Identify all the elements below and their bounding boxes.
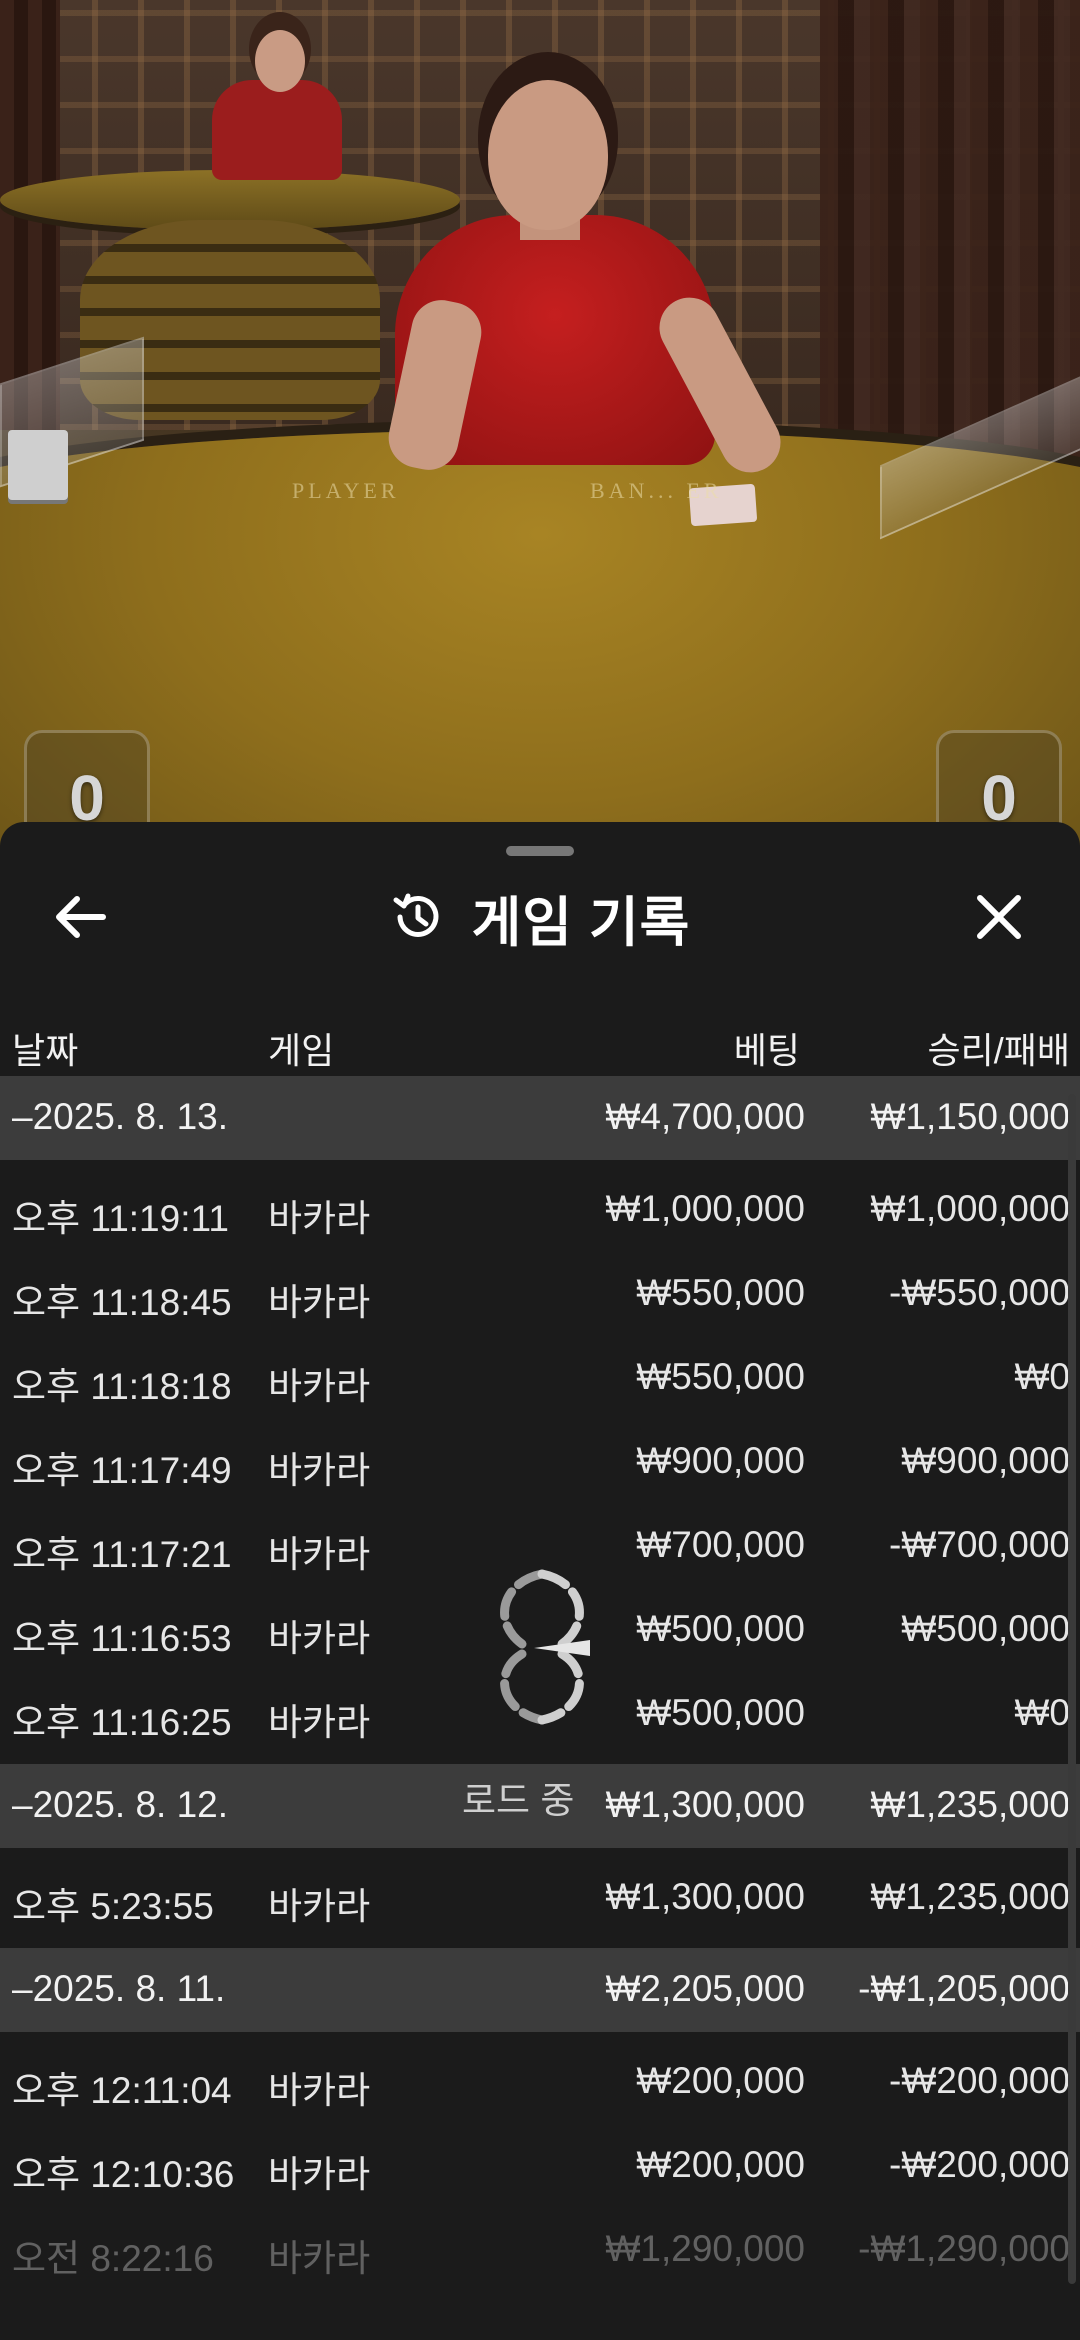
date-group-header[interactable]: –2025. 8. 11. ₩2,205,000 -₩1,205,000 bbox=[0, 1948, 1080, 2032]
row-win: ₩0 bbox=[1014, 1356, 1071, 1397]
row-bet: ₩550,000 bbox=[636, 1272, 805, 1313]
history-row[interactable]: 오후 12:11:04 바카라 ₩200,000 -₩200,000 bbox=[0, 2040, 1080, 2124]
header-bet: 베팅 bbox=[733, 1030, 800, 1071]
group-win-total: ₩1,235,000 bbox=[870, 1784, 1070, 1825]
row-game: 바카라 bbox=[268, 1534, 371, 1575]
row-win: -₩200,000 bbox=[889, 2060, 1070, 2101]
scrollbar[interactable] bbox=[1068, 1094, 1076, 2284]
date-group-header[interactable]: –2025. 8. 13. ₩4,700,000 ₩1,150,000 bbox=[0, 1076, 1080, 1160]
row-bet: ₩1,290,000 bbox=[605, 2228, 805, 2269]
row-game: 바카라 bbox=[268, 1886, 371, 1927]
row-win: ₩1,000,000 bbox=[870, 1188, 1070, 1229]
row-win: ₩0 bbox=[1014, 1692, 1071, 1733]
row-win: ₩1,235,000 bbox=[870, 1876, 1070, 1917]
row-bet: ₩500,000 bbox=[636, 1692, 805, 1733]
table-label-banker: BAN... ER bbox=[590, 478, 723, 503]
history-icon bbox=[393, 893, 439, 937]
row-bet: ₩1,300,000 bbox=[605, 1876, 805, 1917]
background-dealer-body bbox=[212, 80, 342, 180]
sheet-title: 게임 기록 bbox=[0, 884, 1080, 953]
row-game: 바카라 bbox=[268, 1282, 371, 1323]
row-time: 오후 11:17:49 bbox=[12, 1450, 232, 1491]
row-time: 오후 11:18:18 bbox=[12, 1366, 232, 1407]
row-bet: ₩500,000 bbox=[636, 1608, 805, 1649]
row-time: 오전 8:22:16 bbox=[12, 2238, 214, 2279]
row-win: ₩500,000 bbox=[901, 1608, 1070, 1649]
row-game: 바카라 bbox=[268, 1366, 371, 1407]
row-bet: ₩1,000,000 bbox=[605, 1188, 805, 1229]
row-win: -₩200,000 bbox=[889, 2144, 1070, 2185]
row-game: 바카라 bbox=[268, 1198, 371, 1239]
row-bet: ₩700,000 bbox=[636, 1524, 805, 1565]
row-game: 바카라 bbox=[268, 1450, 371, 1491]
row-bet: ₩550,000 bbox=[636, 1356, 805, 1397]
live-video-feed: PLAYER BAN... ER 0 0 bbox=[0, 0, 1080, 850]
row-bet: ₩900,000 bbox=[636, 1440, 805, 1481]
history-row[interactable]: 오후 11:17:49 바카라 ₩900,000 ₩900,000 bbox=[0, 1420, 1080, 1504]
history-row[interactable]: 오후 11:19:11 바카라 ₩1,000,000 ₩1,000,000 bbox=[0, 1168, 1080, 1252]
close-button[interactable] bbox=[966, 884, 1032, 950]
group-win-total: ₩1,150,000 bbox=[870, 1096, 1070, 1137]
page-title: 게임 기록 bbox=[471, 892, 691, 953]
row-time: 오후 11:19:11 bbox=[12, 1198, 229, 1239]
row-game: 바카라 bbox=[268, 2238, 371, 2279]
header-date: 날짜 bbox=[12, 1030, 79, 1071]
row-win: ₩900,000 bbox=[901, 1440, 1070, 1481]
group-date: –2025. 8. 11. bbox=[12, 1968, 226, 2009]
history-row[interactable]: 오후 5:23:55 바카라 ₩1,300,000 ₩1,235,000 bbox=[0, 1856, 1080, 1940]
row-game: 바카라 bbox=[268, 2070, 371, 2111]
row-game: 바카라 bbox=[268, 1702, 371, 1743]
drag-handle[interactable] bbox=[506, 846, 574, 856]
group-win-total: -₩1,205,000 bbox=[858, 1968, 1070, 2009]
row-bet: ₩200,000 bbox=[636, 2060, 805, 2101]
group-bet-total: ₩2,205,000 bbox=[605, 1968, 805, 2009]
card-deck bbox=[8, 430, 68, 500]
row-time: 오후 12:10:36 bbox=[12, 2154, 235, 2195]
header-win-loss: 승리/패배 bbox=[927, 1030, 1070, 1071]
row-time: 오후 11:18:45 bbox=[12, 1282, 232, 1323]
dealer-head bbox=[488, 80, 608, 230]
group-date: –2025. 8. 12. bbox=[12, 1784, 229, 1825]
table-label-player: PLAYER bbox=[292, 478, 400, 503]
background-dealer-head bbox=[255, 30, 305, 92]
row-game: 바카라 bbox=[268, 2154, 371, 2195]
history-row[interactable]: 오후 12:10:36 바카라 ₩200,000 -₩200,000 bbox=[0, 2124, 1080, 2208]
loading-label: 로드 중 bbox=[462, 1780, 575, 1821]
row-bet: ₩200,000 bbox=[636, 2144, 805, 2185]
row-time: 오후 11:16:53 bbox=[12, 1618, 232, 1659]
header-game: 게임 bbox=[268, 1030, 335, 1071]
close-icon bbox=[977, 895, 1021, 939]
column-headers: 날짜 게임 베팅 승리/패배 bbox=[0, 1010, 1080, 1071]
history-row[interactable]: 오후 11:18:18 바카라 ₩550,000 ₩0 bbox=[0, 1336, 1080, 1420]
group-bet-total: ₩1,300,000 bbox=[605, 1784, 805, 1825]
history-row[interactable]: 오후 11:18:45 바카라 ₩550,000 -₩550,000 bbox=[0, 1252, 1080, 1336]
row-time: 오후 11:17:21 bbox=[12, 1534, 232, 1575]
row-time: 오후 11:16:25 bbox=[12, 1702, 232, 1743]
history-row[interactable]: 오전 8:22:16 바카라 ₩1,290,000 -₩1,290,000 bbox=[0, 2208, 1080, 2292]
row-time: 오후 12:11:04 bbox=[12, 2070, 232, 2111]
row-game: 바카라 bbox=[268, 1618, 371, 1659]
row-time: 오후 5:23:55 bbox=[12, 1886, 214, 1927]
group-bet-total: ₩4,700,000 bbox=[605, 1096, 805, 1137]
row-win: -₩550,000 bbox=[889, 1272, 1070, 1313]
row-win: -₩700,000 bbox=[889, 1524, 1070, 1565]
group-date: –2025. 8. 13. bbox=[12, 1096, 229, 1137]
loading-spinner-icon bbox=[500, 1569, 590, 1725]
row-win: -₩1,290,000 bbox=[858, 2228, 1070, 2269]
